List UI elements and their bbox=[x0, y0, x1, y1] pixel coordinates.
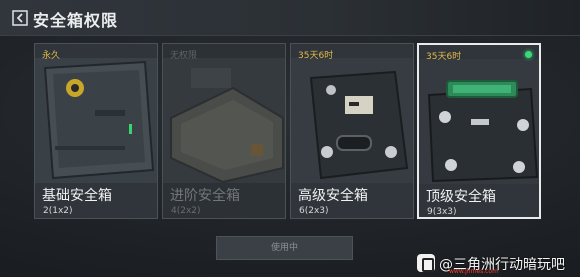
title-bar: 安全箱权限 bbox=[0, 0, 580, 36]
safe-box-card-basic[interactable]: 永久 基础安全箱 2(1x2) bbox=[34, 43, 158, 219]
card-name: 高级安全箱 bbox=[298, 188, 368, 204]
top-safe-box-image bbox=[419, 59, 539, 184]
card-name: 进阶安全箱 bbox=[170, 188, 240, 204]
card-duration-tag: 永久 bbox=[42, 51, 61, 61]
premium-safe-box-image bbox=[291, 58, 413, 183]
chevron-left-icon[interactable] bbox=[12, 10, 28, 26]
safe-box-card-advanced[interactable]: 无权限 进阶安全箱 4(2x2) bbox=[162, 43, 286, 219]
in-use-button[interactable]: 使用中 bbox=[216, 236, 353, 260]
card-capacity: 6(2x3) bbox=[299, 206, 329, 216]
safe-box-card-top[interactable]: 35天6时 顶级安全箱 9(3x3) bbox=[417, 43, 541, 219]
card-capacity: 2(1x2) bbox=[43, 206, 73, 216]
card-name: 基础安全箱 bbox=[42, 188, 112, 204]
basic-safe-box-image bbox=[35, 58, 157, 183]
card-permission-tag: 无权限 bbox=[170, 51, 198, 61]
card-duration-tag: 35天6时 bbox=[298, 51, 334, 61]
card-capacity: 9(3x3) bbox=[427, 207, 457, 217]
app-logo-icon bbox=[417, 254, 435, 272]
card-duration-tag: 35天6时 bbox=[426, 52, 462, 62]
safe-box-card-premium[interactable]: 35天6时 高级安全箱 6(2x3) bbox=[290, 43, 414, 219]
active-status-dot bbox=[525, 51, 532, 58]
card-capacity: 4(2x2) bbox=[171, 206, 201, 216]
advanced-safe-box-image bbox=[163, 58, 285, 183]
card-name: 顶级安全箱 bbox=[426, 189, 496, 205]
site-stamp: www.jhmes.com bbox=[449, 268, 498, 275]
page-title: 安全箱权限 bbox=[33, 11, 119, 30]
safe-box-permissions-panel: 安全箱权限 永久 基础安全箱 2(1x2) 无权限 进阶安全箱 4(2x2) 3… bbox=[0, 0, 580, 277]
